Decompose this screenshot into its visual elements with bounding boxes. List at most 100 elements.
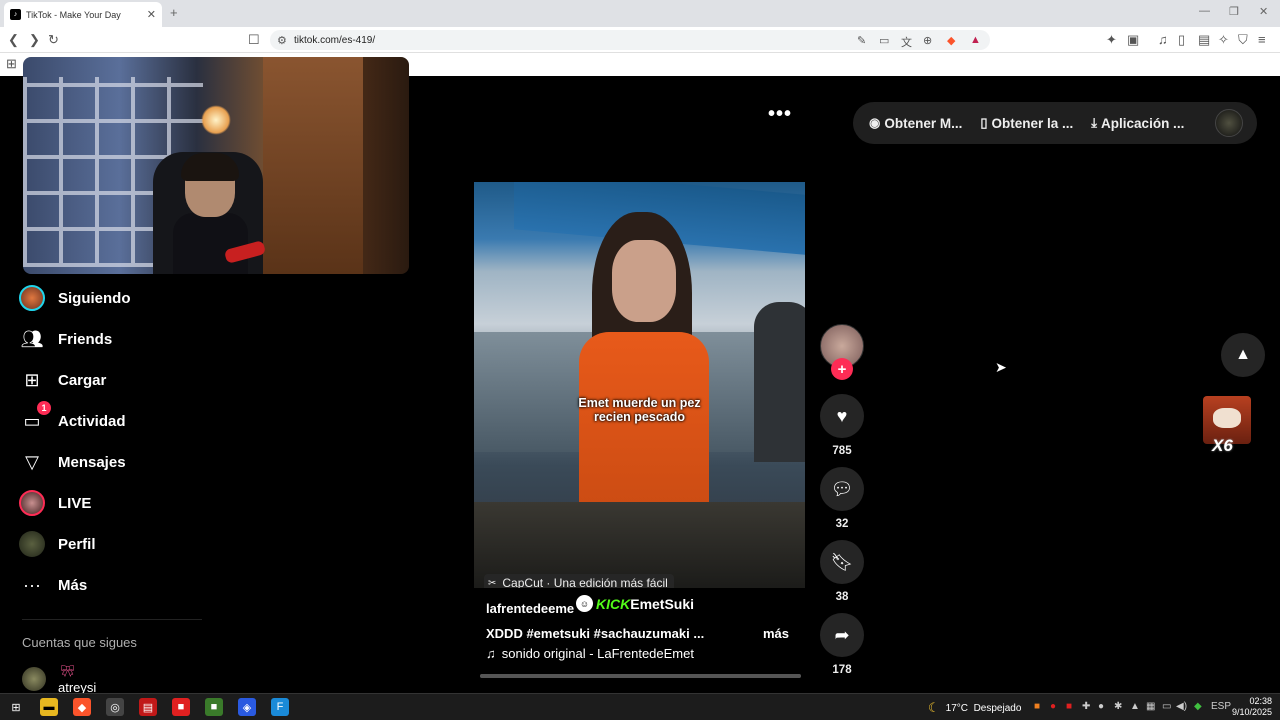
sidebar-item-live[interactable]: LIVE [18, 489, 91, 517]
extensions-icon[interactable]: ✦ [1106, 32, 1117, 48]
cast-icon[interactable]: ▭ [879, 34, 889, 47]
following-accounts-title: Cuentas que sigues [22, 635, 137, 650]
clock[interactable]: 02:38 9/10/2025 [1228, 696, 1272, 718]
translate-icon[interactable]: 文 [901, 34, 912, 50]
video-player[interactable]: Emet muerde un pez recien pescado ✂ CapC… [474, 182, 805, 588]
sidebar-icon[interactable]: ▯ [1178, 32, 1185, 48]
new-tab-icon[interactable]: + [170, 5, 178, 20]
sidebar-item-label: Actividad [58, 412, 126, 430]
like-count: 785 [832, 445, 852, 457]
activity-icon: ▭ 1 [18, 401, 51, 435]
sidebar-item-messages[interactable]: ▽ Mensajes [18, 448, 125, 476]
no-translate-icon[interactable]: ✎ [857, 34, 866, 47]
microphone-icon[interactable]: ● [1098, 701, 1104, 712]
heart-icon: ♥ [836, 405, 848, 426]
webcam-door [263, 57, 363, 274]
weather-widget[interactable]: ☾ 17°C Despejado [928, 700, 1021, 716]
windows-start-icon[interactable]: ⊞ [7, 698, 25, 716]
browser-toolbar: ❮ ❯ ↻ ☐ ⚙ tiktok.com/es-419/ ✎ ▭ 文 ⊕ ◆ ▲… [0, 27, 1280, 53]
coins-icon: ◉ [869, 115, 881, 130]
get-app-button[interactable]: ▯ Obtener la ... [980, 115, 1073, 131]
menu-icon[interactable]: ≡ [1258, 32, 1266, 47]
minecraft-icon[interactable]: ■ [205, 698, 223, 716]
sidebar-item-profile[interactable]: Perfil [18, 530, 96, 558]
brave-browser-icon[interactable]: ◆ [73, 698, 91, 716]
phone-icon: ▯ [980, 115, 988, 130]
tray-icon[interactable]: ● [1050, 701, 1056, 712]
sidebar-item-friends[interactable]: 👥︎ Friends [18, 325, 113, 353]
close-tab-icon[interactable]: ✕ [147, 8, 156, 21]
video-progress[interactable] [480, 674, 801, 678]
video-author[interactable]: lafrentedeeme [486, 601, 574, 616]
messages-icon: ▽ [25, 451, 39, 472]
previous-video-button[interactable]: ▲ [1221, 333, 1265, 377]
tray-icon[interactable]: ✱ [1114, 701, 1122, 712]
background-person [754, 302, 805, 462]
close-window-icon[interactable]: ✕ [1259, 5, 1268, 18]
button-label: Obtener M... [884, 115, 963, 131]
tray-icon[interactable]: ■ [1034, 701, 1040, 712]
apps-grid-icon[interactable]: ⊞ [6, 56, 17, 72]
comment-button[interactable]: 💬︎ [820, 467, 864, 511]
tab-search-icon[interactable]: ▣ [1127, 32, 1139, 48]
leo-ai-icon[interactable]: ✧ [1218, 32, 1229, 48]
get-coins-button[interactable]: ◉ Obtener M... [869, 115, 962, 131]
friends-icon: 👥︎ [20, 328, 44, 349]
weather-desc: Despejado [973, 702, 1022, 714]
app-icon-streamlabs[interactable]: ■ [172, 698, 190, 716]
capcut-badge[interactable]: ✂ CapCut · Una edición más fácil [484, 574, 674, 588]
sidebar-item-more[interactable]: ··· Más [18, 571, 87, 599]
reload-icon[interactable]: ↻ [48, 32, 59, 48]
caption-line: Emet muerde un pez [578, 396, 701, 410]
app-icon-blue[interactable]: ◈ [238, 698, 256, 716]
sidebar-item-following[interactable]: Siguiendo [18, 284, 131, 312]
more-options-icon[interactable]: ••• [768, 103, 792, 126]
video-sound[interactable]: ♫ sonido original - LaFrentedeEmet [486, 646, 694, 661]
tray-icon[interactable]: ▦ [1146, 701, 1155, 712]
back-icon[interactable]: ❮ [8, 32, 19, 48]
tray-icon[interactable]: ▲ [1130, 701, 1140, 712]
sidebar-item-upload[interactable]: ⊞ Cargar [18, 366, 106, 394]
upload-icon: ⊞ [24, 369, 40, 390]
tray-icon[interactable]: ✚ [1082, 701, 1090, 712]
user-avatar[interactable] [1215, 109, 1243, 137]
follow-plus-icon[interactable]: + [831, 358, 853, 380]
tray-icon[interactable]: ◆ [1194, 701, 1202, 712]
tray-icon[interactable]: ■ [1066, 701, 1072, 712]
like-button[interactable]: ♥ [820, 394, 864, 438]
vpn-icon[interactable]: ⛉ [1238, 32, 1248, 48]
kick-channel: EmetSuki [630, 595, 695, 612]
share-button[interactable]: ➦ [820, 613, 864, 657]
video-progress-fill [480, 674, 801, 678]
brave-shields-icon[interactable]: ◆ [947, 34, 955, 47]
desktop-app-button[interactable]: ⤓ Aplicación ... [1091, 115, 1184, 131]
share-icon: ➦ [834, 624, 850, 645]
forward-icon[interactable]: ❯ [29, 32, 40, 48]
tiktok-app: Siguiendo 👥︎ Friends ⊞ Cargar ▭ 1 Activid… [0, 57, 1280, 695]
zoom-icon[interactable]: ⊕ [923, 34, 932, 47]
wallet-icon[interactable]: ▤ [1198, 32, 1210, 48]
site-info-icon[interactable]: ⚙ [277, 34, 287, 47]
restore-icon[interactable]: ❐ [1229, 5, 1239, 18]
obs-icon[interactable]: ◎ [106, 698, 124, 716]
bookmark-icon[interactable]: ☐ [248, 32, 260, 48]
network-icon[interactable]: ▭ [1162, 701, 1171, 712]
address-bar[interactable]: ⚙ tiktok.com/es-419/ ✎ ▭ 文 ⊕ ◆ ▲ [270, 30, 990, 50]
volume-icon[interactable]: ◀) [1176, 701, 1187, 712]
minimize-icon[interactable]: — [1199, 5, 1210, 17]
app-icon-f[interactable]: F [271, 698, 289, 716]
sidebar-item-activity[interactable]: ▭ 1 Actividad [18, 401, 126, 435]
more-description-button[interactable]: más [763, 626, 789, 641]
browser-tab[interactable]: ♪ TikTok - Make Your Day ✕ [4, 2, 162, 27]
account-avatar[interactable] [22, 667, 46, 691]
comment-icon: 💬︎ [830, 478, 854, 499]
browser-tab-bar: ♪ TikTok - Make Your Day ✕ + — ❐ ✕ [0, 0, 1280, 27]
app-icon-red[interactable]: ▤ [139, 698, 157, 716]
brave-rewards-icon[interactable]: ▲ [970, 34, 981, 46]
video-description: XDDD #emetsuki #sachauzumaki ... [486, 626, 705, 641]
file-explorer-icon[interactable]: ▬ [40, 698, 58, 716]
media-icon[interactable]: ♫ [1158, 32, 1168, 47]
save-button[interactable]: 🔖︎ [820, 540, 864, 584]
header-actions: ◉ Obtener M... ▯ Obtener la ... ⤓ Aplica… [853, 102, 1257, 144]
clock-date: 9/10/2025 [1231, 707, 1272, 717]
